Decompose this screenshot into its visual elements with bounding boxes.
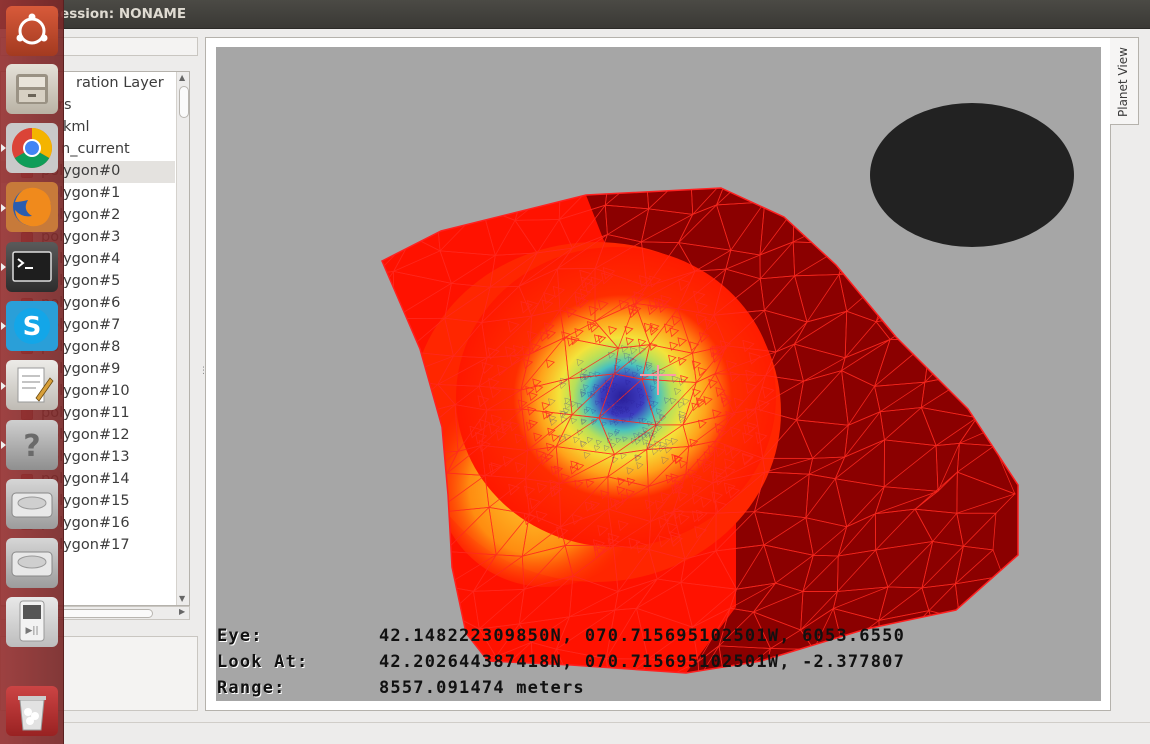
planet-view-canvas[interactable]: [216, 47, 1101, 701]
chrome-button[interactable]: [6, 123, 58, 173]
pane-splitter-handle[interactable]: ⋮: [199, 366, 208, 380]
tree-vertical-scrollbar[interactable]: ▲ ▼: [176, 72, 189, 605]
drive-button[interactable]: [6, 479, 58, 529]
app-window: et Session: NONAME ration Layer rs kml n_cu…: [0, 0, 1150, 744]
drive-icon: [11, 492, 53, 518]
tab-planet-view-label: Planet View: [1116, 47, 1130, 117]
svg-text:▶||: ▶||: [26, 626, 39, 636]
hud-look-at-value: 42.202644387418N, 070.715695102501W, -2.…: [379, 652, 906, 672]
drive-icon: [11, 551, 53, 577]
terminal-icon: [12, 251, 52, 282]
terminal-button[interactable]: [6, 242, 58, 292]
tree-row-label: n_current: [61, 141, 130, 157]
terrain-mesh-render[interactable]: [216, 47, 1101, 701]
scroll-down-icon[interactable]: ▼: [179, 594, 185, 603]
dash-home-icon: [16, 13, 48, 45]
window-titlebar[interactable]: et Session: NONAME: [0, 0, 1150, 29]
scroll-up-icon[interactable]: ▲: [179, 73, 185, 82]
hud-range-value: 8557.091474 meters: [379, 678, 585, 698]
status-bar: [64, 722, 1150, 744]
dash-home-button[interactable]: [6, 6, 58, 56]
help-icon: ?: [23, 429, 40, 464]
media-player-button[interactable]: ▶||: [6, 597, 58, 647]
tree-row-label: ration Layer: [76, 75, 164, 91]
firefox-button[interactable]: [6, 182, 58, 232]
hud-look-at-label: Look At:: [217, 652, 309, 672]
scrollbar-thumb[interactable]: [179, 86, 189, 118]
hud-range-label: Range:: [217, 678, 286, 698]
skype-icon: S: [14, 308, 50, 344]
tree-row-label: kml: [63, 119, 90, 135]
hud-eye-value: 42.148222309850N, 070.715695102501W, 605…: [379, 626, 906, 646]
text-editor-button[interactable]: [6, 360, 58, 410]
svg-text:?: ?: [23, 429, 40, 464]
media-player-icon: ▶||: [19, 600, 45, 642]
tab-planet-view[interactable]: Planet View: [1110, 37, 1139, 125]
chrome-icon: [12, 128, 52, 168]
skype-button[interactable]: S: [6, 301, 58, 351]
trash-button[interactable]: [6, 686, 58, 736]
scrollbar-thumb[interactable]: [53, 609, 153, 618]
help-button[interactable]: ?: [6, 420, 58, 470]
unity-launcher: S ? ▶||: [0, 0, 64, 744]
trash-icon: [18, 696, 46, 731]
svg-text:S: S: [23, 312, 42, 342]
hud-eye-label: Eye:: [217, 626, 263, 646]
text-editor-icon: [17, 367, 54, 403]
drive-button[interactable]: [6, 538, 58, 588]
scroll-right-icon[interactable]: ▶: [179, 607, 185, 616]
firefox-icon: [13, 187, 52, 227]
planet-disc: [870, 103, 1074, 247]
files-icon: [16, 74, 48, 104]
files-button[interactable]: [6, 64, 58, 114]
